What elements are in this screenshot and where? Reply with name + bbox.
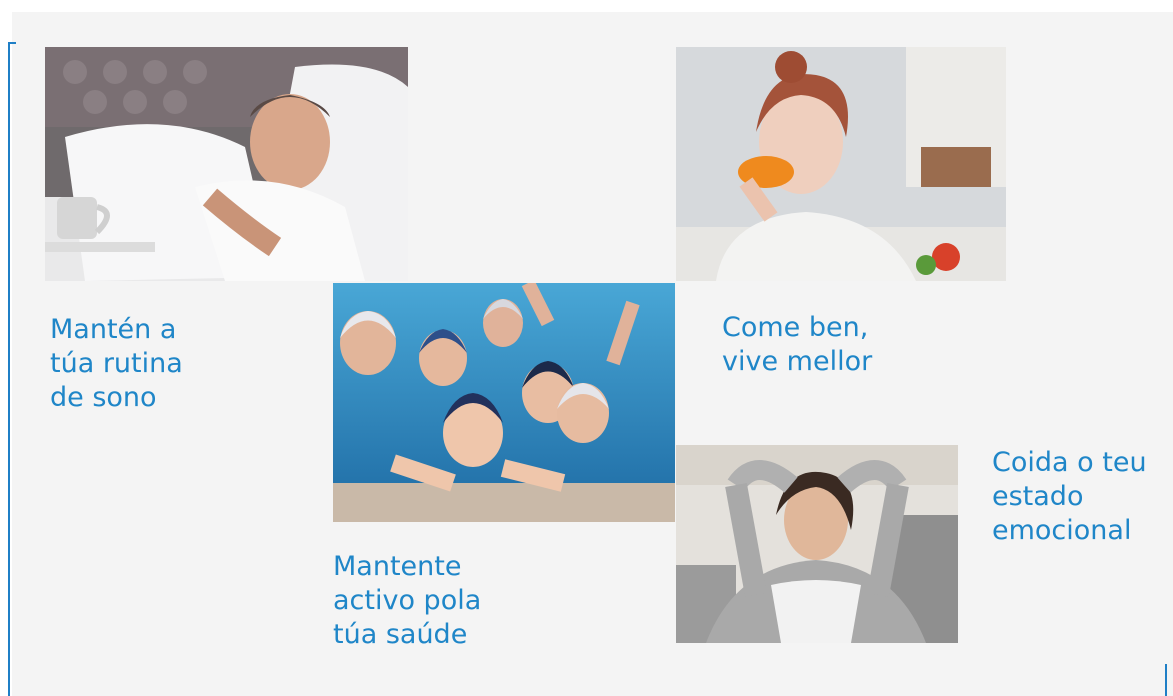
right-bracket-decoration <box>1165 664 1167 696</box>
caption-eat: Come ben, vive mellor <box>722 312 873 377</box>
sleeping-man-photo <box>45 47 408 281</box>
caption-emotion: Coida o teu estado emocional <box>992 447 1147 546</box>
woman-eating-orange-photo <box>676 47 1006 281</box>
caption-active: Mantente activo pola túa saúde <box>333 551 482 650</box>
caption-sleep: Mantén a túa rutina de sono <box>50 314 183 413</box>
relaxed-woman-photo <box>676 445 958 643</box>
left-bracket-decoration <box>8 42 16 696</box>
swimmers-photo <box>333 283 675 522</box>
